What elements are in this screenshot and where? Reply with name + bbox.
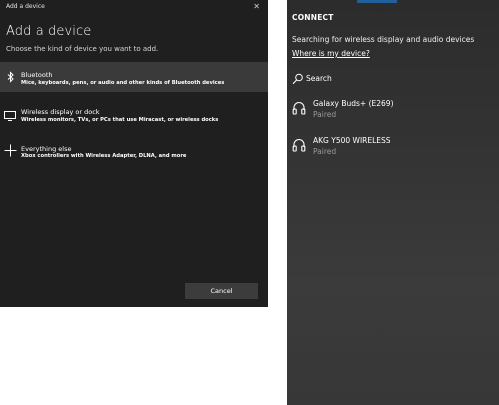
bluetooth-icon bbox=[7, 71, 14, 83]
option-bluetooth-description: Mice, keyboards, pens, or audio and othe… bbox=[21, 80, 225, 86]
window-title: Add a device bbox=[6, 3, 45, 10]
connect-pane: CONNECT Searching for wireless display a… bbox=[287, 0, 499, 405]
device-name: Galaxy Buds+ (E269) bbox=[313, 99, 394, 108]
dialog-titlebar: Add a device ✕ bbox=[0, 0, 268, 14]
option-wireless-display[interactable]: Wireless display or dock Wireless monito… bbox=[0, 101, 268, 131]
cancel-button[interactable]: Cancel bbox=[185, 283, 258, 299]
option-bluetooth[interactable]: Bluetooth Mice, keyboards, pens, or audi… bbox=[0, 62, 268, 92]
headphones-icon bbox=[292, 102, 306, 115]
option-everything-else[interactable]: Everything else Xbox controllers with Wi… bbox=[0, 139, 268, 169]
search-icon bbox=[292, 73, 303, 85]
option-everything-else-description: Xbox controllers with Wireless Adapter, … bbox=[21, 153, 187, 159]
option-everything-else-label: Everything else bbox=[21, 145, 72, 153]
device-name: AKG Y500 WIRELESS bbox=[313, 136, 391, 145]
accent-bar bbox=[357, 0, 397, 3]
plus-icon bbox=[4, 144, 17, 157]
dialog-heading: Add a device bbox=[6, 24, 92, 39]
search-label: Search bbox=[306, 74, 332, 83]
device-status: Paired bbox=[313, 147, 337, 156]
close-icon[interactable]: ✕ bbox=[253, 1, 260, 12]
where-is-my-device-link[interactable]: Where is my device? bbox=[292, 49, 370, 58]
option-wireless-display-description: Wireless monitors, TVs, or PCs that use … bbox=[21, 117, 219, 123]
device-status: Paired bbox=[313, 110, 337, 119]
connect-heading: CONNECT bbox=[292, 13, 334, 22]
device-item[interactable]: Galaxy Buds+ (E269) Paired bbox=[292, 99, 492, 123]
add-device-dialog: Add a device ✕ Add a device Choose the k… bbox=[0, 0, 268, 307]
headphones-icon bbox=[292, 139, 306, 152]
monitor-icon bbox=[4, 111, 16, 121]
searching-status: Searching for wireless display and audio… bbox=[292, 35, 475, 44]
option-bluetooth-label: Bluetooth bbox=[21, 71, 53, 79]
dialog-instruction: Choose the kind of device you want to ad… bbox=[6, 45, 159, 53]
device-item[interactable]: AKG Y500 WIRELESS Paired bbox=[292, 136, 492, 160]
option-wireless-display-label: Wireless display or dock bbox=[21, 108, 100, 116]
